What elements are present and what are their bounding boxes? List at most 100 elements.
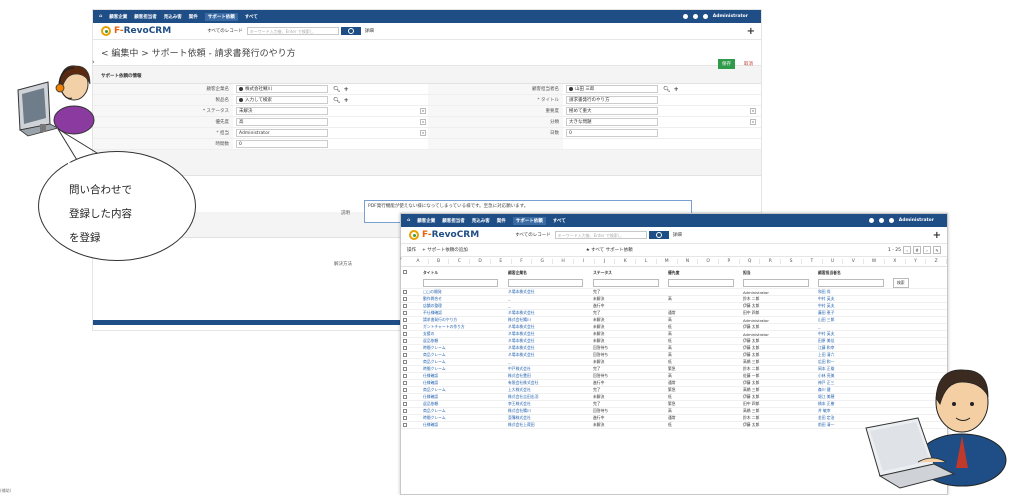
list-search-button[interactable]: 検索: [893, 278, 909, 288]
field-input[interactable]: 山田 三郎: [566, 85, 658, 93]
user-menu[interactable]: Administrator: [713, 14, 748, 19]
clear-icon[interactable]: [239, 97, 243, 102]
table-row[interactable]: 支援の ネ場本株式会社 未解決高 Administrator 中村 英夫: [401, 330, 947, 338]
search-related-icon[interactable]: 🔍︎: [333, 86, 341, 93]
alphabet-letter[interactable]: Q: [740, 259, 761, 264]
column-header[interactable]: 顧客担当者名: [816, 267, 891, 278]
alphabet-letter[interactable]: B: [429, 259, 450, 264]
row-checkbox[interactable]: [403, 394, 407, 399]
table-cell[interactable]: ネ場本株式会社: [506, 288, 591, 296]
table-cell[interactable]: 請求書発行のやり方: [421, 316, 506, 324]
alphabet-letter[interactable]: A: [408, 259, 429, 264]
table-cell[interactable]: --: [506, 295, 591, 303]
table-cell[interactable]: □□の開発: [421, 288, 506, 296]
table-row[interactable]: 請求書発行のやり方 株式会社鯖川 未解決高 Administrator 山田 三郎: [401, 316, 947, 324]
filter-input[interactable]: [593, 279, 659, 287]
gear-icon[interactable]: [702, 14, 708, 19]
nav-deals[interactable]: 案件: [497, 218, 506, 224]
alphabet-letter[interactable]: N: [678, 259, 699, 264]
filter-input[interactable]: [668, 279, 734, 287]
nav-support[interactable]: サポート依頼: [512, 216, 546, 225]
field-input[interactable]: 入力して検索: [236, 96, 328, 104]
alphabet-letter[interactable]: J: [595, 259, 616, 264]
dropdown-chevron-icon[interactable]: ▾: [750, 108, 756, 114]
table-cell[interactable]: ネ場本株式会社: [506, 330, 591, 338]
nav-accounts[interactable]: 顧客企業: [109, 14, 127, 20]
actions-menu[interactable]: 操作: [407, 247, 416, 253]
table-cell[interactable]: 不仕様確認: [421, 309, 506, 317]
table-cell[interactable]: --: [506, 302, 591, 310]
table-cell[interactable]: 藤田 恵子: [816, 309, 891, 317]
row-checkbox[interactable]: [403, 408, 407, 413]
field-input[interactable]: 高: [236, 118, 328, 126]
alphabet-letter[interactable]: F: [512, 259, 533, 264]
alphabet-letter[interactable]: K: [615, 259, 637, 264]
advanced-search-link[interactable]: 詳細: [673, 232, 682, 238]
column-header[interactable]: 顧客企業名: [506, 267, 591, 278]
alphabet-letter[interactable]: D: [470, 259, 491, 264]
alphabet-letter[interactable]: G: [532, 259, 554, 264]
row-checkbox[interactable]: [403, 296, 407, 301]
save-button[interactable]: 保存: [718, 59, 735, 69]
row-checkbox[interactable]: [403, 338, 407, 343]
info-icon[interactable]: [878, 218, 884, 223]
table-cell[interactable]: 仕様確認: [421, 379, 506, 387]
search-input[interactable]: キーワード入力後、Enter で検索し: [246, 27, 339, 35]
nav-accounts[interactable]: 顧客企業: [417, 218, 435, 224]
table-cell[interactable]: 株式会社吉田出羽: [506, 393, 591, 401]
alphabet-letter[interactable]: T: [802, 259, 823, 264]
logo[interactable]: F-RevoCRM: [422, 230, 479, 240]
table-row[interactable]: 動作問合せ -- 未解決高鈴木 二郎 中村 英夫: [401, 295, 947, 303]
nav-contacts[interactable]: 顧客担当者: [442, 218, 465, 224]
nav-all[interactable]: すべて: [553, 218, 566, 224]
table-cell[interactable]: 株式会社豊田: [506, 372, 591, 380]
table-cell[interactable]: 上大株式会社: [506, 386, 591, 394]
field-input[interactable]: 極めて重大: [566, 107, 658, 115]
alphabet-letter[interactable]: P: [719, 259, 740, 264]
nav-leads[interactable]: 見込み客: [472, 218, 490, 224]
table-row[interactable]: ガントチャートの作り方 ネ場本株式会社 未解決低伊藤 太郎 --: [401, 323, 947, 331]
table-cell[interactable]: --: [816, 323, 891, 331]
alphabet-letter[interactable]: L: [636, 259, 657, 264]
table-cell[interactable]: 返品依頼: [421, 337, 506, 345]
table-cell[interactable]: ガントチャートの作り方: [421, 323, 506, 331]
logo[interactable]: F-RevoCRM: [114, 26, 171, 36]
search-scope[interactable]: すべてのレコード: [515, 232, 551, 238]
table-cell[interactable]: 株式会社上蔵田: [506, 421, 591, 429]
column-header[interactable]: ステータス: [591, 267, 666, 278]
search-button[interactable]: [340, 27, 361, 35]
alphabet-letter[interactable]: S: [781, 259, 802, 264]
page-jump-icon[interactable]: #: [913, 246, 921, 254]
pen-icon[interactable]: [682, 14, 688, 19]
column-header[interactable]: 担当: [741, 267, 816, 278]
column-header[interactable]: 優先度: [666, 267, 741, 278]
add-related-icon[interactable]: +: [344, 97, 349, 104]
table-cell[interactable]: ネ場本株式会社: [506, 309, 591, 317]
field-input[interactable]: 0: [236, 140, 328, 148]
table-cell[interactable]: 商品クレーム: [421, 407, 506, 415]
table-cell[interactable]: 李王株式会社: [506, 400, 591, 408]
field-input[interactable]: 株式会社鯖川: [236, 85, 328, 93]
nav-all[interactable]: すべて: [245, 14, 258, 20]
filter-input[interactable]: [743, 279, 809, 287]
table-cell[interactable]: 中戸株式会社: [506, 365, 591, 373]
nav-deals[interactable]: 案件: [189, 14, 198, 20]
dropdown-chevron-icon[interactable]: ▾: [420, 108, 426, 114]
table-cell[interactable]: 有限会社株式会社: [506, 379, 591, 387]
row-checkbox[interactable]: [403, 303, 407, 308]
clear-icon[interactable]: [569, 86, 573, 91]
add-related-icon[interactable]: +: [674, 86, 679, 93]
add-related-icon[interactable]: +: [344, 86, 349, 93]
row-checkbox[interactable]: [403, 289, 407, 294]
row-checkbox[interactable]: [403, 310, 407, 315]
table-cell[interactable]: 商品クレーム: [421, 386, 506, 394]
table-cell[interactable]: 和田 尚: [816, 288, 891, 296]
alphabet-letter[interactable]: M: [657, 259, 678, 264]
gear-icon[interactable]: [888, 218, 894, 223]
row-checkbox[interactable]: [403, 380, 407, 385]
search-input[interactable]: キーワード入力後、Enter で検索し: [554, 231, 647, 239]
filter-input[interactable]: [423, 279, 498, 287]
alphabet-letter[interactable]: R: [760, 259, 782, 264]
table-cell[interactable]: 商品クレーム: [421, 351, 506, 359]
advanced-search-link[interactable]: 詳細: [365, 28, 374, 34]
